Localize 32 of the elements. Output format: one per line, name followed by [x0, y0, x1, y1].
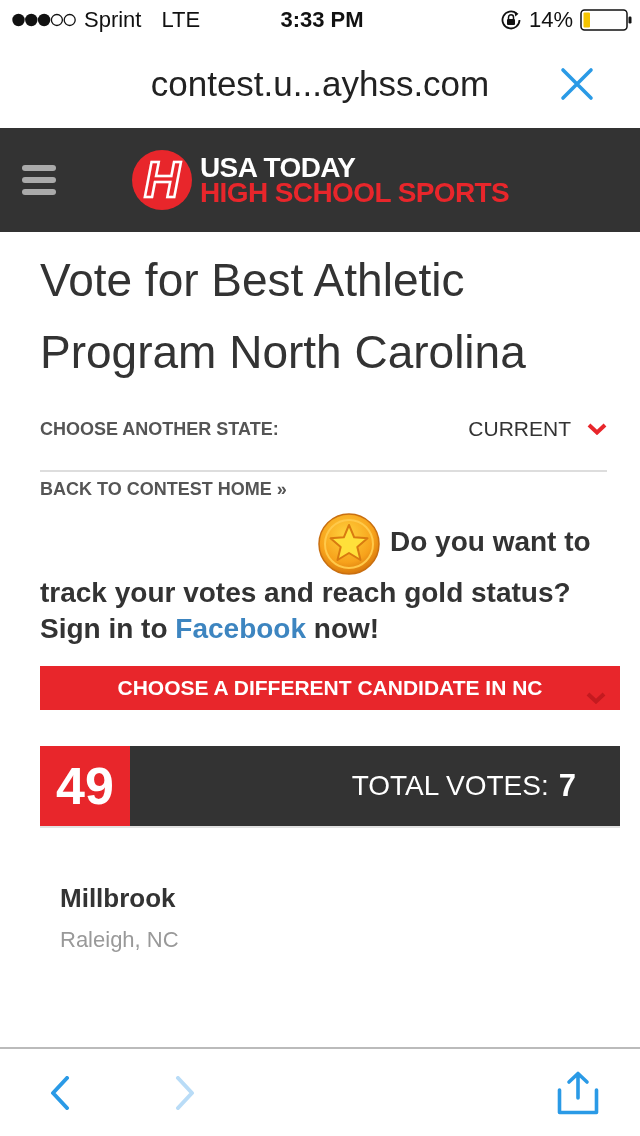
state-picker-label: CHOOSE ANOTHER STATE: [40, 419, 279, 439]
chevron-right-icon [175, 1075, 195, 1110]
url-address[interactable]: contest.u...ayhss.com [150, 64, 490, 104]
page-title: Vote for Best Athletic Program North Carolina [40, 253, 527, 380]
network-type: LTE [161, 8, 201, 32]
menu-icon [22, 165, 56, 195]
star-coin-icon [318, 513, 380, 575]
caret-icon [586, 692, 606, 704]
battery-percent: 14% [528, 8, 573, 32]
close-button[interactable] [560, 67, 594, 101]
rotation-lock-icon [499, 9, 522, 31]
facebook-link[interactable]: Facebook [175, 613, 306, 644]
choose-candidate-button[interactable]: CHOOSE A DIFFERENT CANDIDATE IN NC [40, 666, 620, 710]
signal-strength-icon [12, 13, 76, 27]
caret-icon [587, 423, 607, 435]
vote-count: 7 [558, 770, 576, 802]
state-dropdown[interactable]: CURRENT [468, 417, 607, 441]
back-to-home-link[interactable]: BACK TO CONTEST HOME » [40, 479, 287, 499]
close-icon [560, 67, 594, 101]
carrier-name: Sprint [84, 8, 142, 32]
total-votes-label: TOTAL VOTES: [351, 770, 549, 802]
share-icon [557, 1070, 599, 1115]
logo-mark[interactable]: H [132, 150, 192, 210]
clock-time: 3:33 PM [280, 8, 364, 32]
menu-button[interactable] [22, 165, 56, 195]
battery-icon [580, 9, 632, 31]
candidate-location: Raleigh, NC [60, 926, 179, 954]
logo-title[interactable]: USA TODAY [200, 155, 510, 180]
chevron-left-icon [50, 1075, 70, 1110]
promo-text: Do you want to track your votes and reach gold status? Sign in to Facebook now! [40, 513, 620, 647]
candidate-name: Millbrook [60, 883, 176, 913]
rank-number: 49 [40, 746, 130, 826]
